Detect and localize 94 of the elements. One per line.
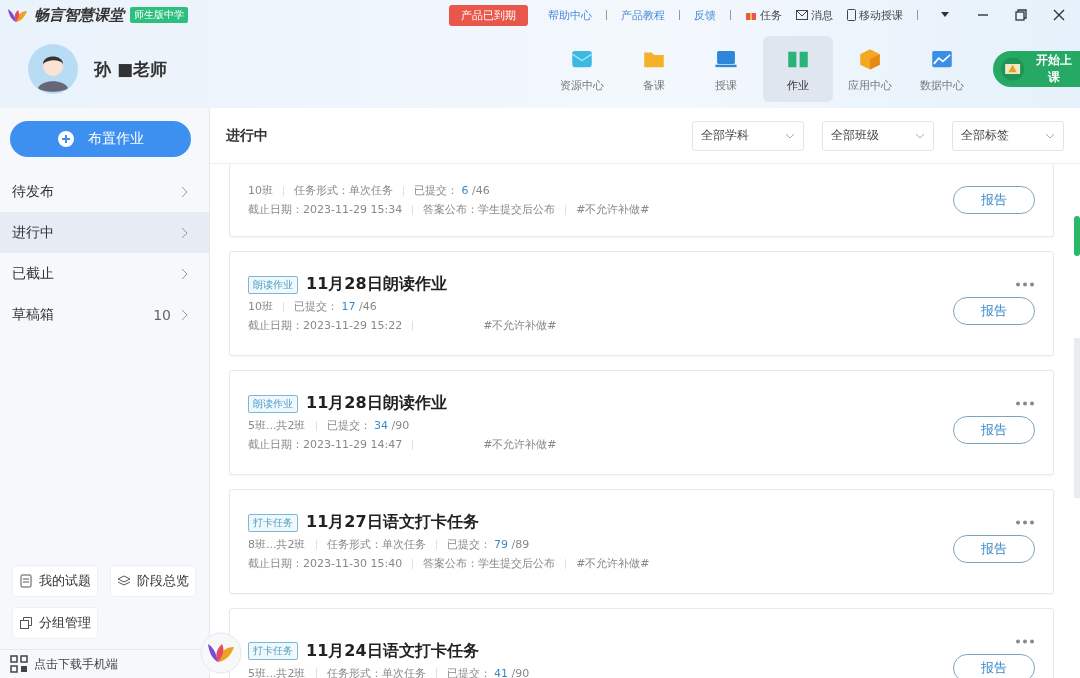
assignment-title[interactable]: 11月28日朗读作业 xyxy=(306,274,447,295)
nav-tab[interactable]: 数据中心 xyxy=(906,36,977,102)
download-app-link[interactable]: 点击下载手机端 xyxy=(34,655,118,673)
report-button[interactable]: 报告 xyxy=(953,654,1035,678)
app-name: 畅言智慧课堂 xyxy=(34,5,124,25)
filter-dropdown[interactable]: 全部标签 xyxy=(952,120,1064,151)
type-tag: 打卡任务 xyxy=(248,642,298,660)
layers-icon xyxy=(117,574,131,588)
deadline: 截止日期：2023-11-29 14:47 xyxy=(248,437,403,452)
deadline: 截止日期：2023-11-30 15:40 xyxy=(248,556,403,571)
sidebar-label: 待发布 xyxy=(12,182,55,201)
assignment-title[interactable]: 11月27日语文打卡任务 xyxy=(306,512,479,533)
answer-release: 答案公布：学生提交后公布 xyxy=(423,556,556,571)
top-link[interactable]: 产品教程 xyxy=(621,7,665,23)
document-icon xyxy=(19,574,33,588)
nav-tab[interactable]: 作业 xyxy=(762,36,833,102)
toolbar-item[interactable]: 移动授课 xyxy=(847,7,903,23)
class-info: 8班...共2班 xyxy=(248,537,306,552)
copy-icon xyxy=(19,616,33,630)
class-info: 5班...共2班 xyxy=(248,418,306,433)
more-icon[interactable] xyxy=(1015,282,1035,287)
scrollbar-thumb[interactable] xyxy=(1074,216,1080,256)
floating-logo-icon[interactable] xyxy=(200,632,242,674)
tool-button[interactable]: 分组管理 xyxy=(12,607,98,639)
type-tag: 朗读作业 xyxy=(248,275,298,294)
filter-dropdown[interactable]: 全部学科 xyxy=(692,120,804,151)
sidebar-item[interactable]: 草稿箱 10 xyxy=(0,294,209,335)
report-button[interactable]: 报告 xyxy=(953,297,1035,325)
rule-tag: #不允许补做# xyxy=(576,202,650,217)
nav-tab[interactable]: 授课 xyxy=(690,36,761,102)
sidebar-label: 已截止 xyxy=(12,264,55,283)
sidebar-item[interactable]: 待发布 xyxy=(0,171,209,212)
sidebar-item[interactable]: 进行中 xyxy=(0,212,209,253)
edition-badge: 师生版中学 xyxy=(130,7,188,23)
top-link[interactable]: 反馈 xyxy=(694,7,716,23)
chevron-down-icon xyxy=(915,132,925,139)
toolbar-item[interactable]: 消息 xyxy=(796,7,833,23)
answer-release: 答案公布：学生提交后公布 xyxy=(423,202,556,217)
assignment-title[interactable]: 11月24日语文打卡任务 xyxy=(306,640,479,662)
tool-button[interactable]: 阶段总览 xyxy=(110,565,196,597)
mail-icon xyxy=(796,10,808,20)
restore-icon[interactable] xyxy=(1014,8,1028,22)
avatar-icon xyxy=(28,44,78,94)
nav-tab[interactable]: 备课 xyxy=(618,36,689,102)
report-button[interactable]: 报告 xyxy=(953,535,1035,563)
submitted-count: 已提交： 17 /46 xyxy=(294,299,377,314)
teacher-name: 孙 ■老师 xyxy=(94,57,167,81)
bird-logo-icon xyxy=(6,6,28,24)
task-form: 任务形式：单次任务 xyxy=(326,665,426,678)
report-button[interactable]: 报告 xyxy=(953,416,1035,444)
sidebar-label: 草稿箱 xyxy=(12,305,55,324)
chevron-icon xyxy=(181,226,189,239)
type-tag: 打卡任务 xyxy=(248,513,298,532)
tool-button[interactable]: 我的试题 xyxy=(12,565,98,597)
class-info: 10班 xyxy=(248,183,273,198)
deadline: 截止日期：2023-11-29 15:34 xyxy=(248,202,403,217)
nav-tab[interactable]: 应用中心 xyxy=(834,36,905,102)
submitted-count: 已提交： 6 /46 xyxy=(414,183,490,198)
task-form: 任务形式：单次任务 xyxy=(294,183,393,198)
submitted-count: 已提交： 79 /89 xyxy=(446,537,530,552)
sidebar-item[interactable]: 已截止 xyxy=(0,253,209,294)
toolbar-item[interactable]: 任务 xyxy=(745,7,782,23)
warning-icon xyxy=(1000,55,1025,83)
sidebar-label: 进行中 xyxy=(12,223,55,242)
close-icon[interactable] xyxy=(1052,8,1066,22)
more-icon[interactable] xyxy=(1015,401,1035,406)
chevron-down-icon xyxy=(1045,132,1055,139)
more-icon[interactable] xyxy=(1015,520,1035,525)
chevron-down-icon xyxy=(785,132,795,139)
top-link[interactable]: 帮助中心 xyxy=(548,7,592,23)
chevron-icon xyxy=(181,267,189,280)
report-button[interactable]: 报告 xyxy=(953,186,1035,214)
draft-count: 10 xyxy=(153,306,171,323)
chevron-icon xyxy=(181,185,189,198)
phone-icon xyxy=(847,9,856,21)
type-tag: 朗读作业 xyxy=(248,394,298,413)
nav-tab[interactable]: 资源中心 xyxy=(546,36,617,102)
rule-tag: #不允许补做# xyxy=(483,318,557,333)
deadline: 截止日期：2023-11-29 15:22 xyxy=(248,318,403,333)
chevron-icon xyxy=(181,308,189,321)
expired-notice-button[interactable]: 产品已到期 xyxy=(449,4,528,26)
filter-dropdown[interactable]: 全部班级 xyxy=(822,120,934,151)
class-info: 10班 xyxy=(248,299,273,314)
more-icon[interactable] xyxy=(1015,639,1035,644)
assignment-title[interactable]: 11月28日朗读作业 xyxy=(306,393,447,414)
task-form: 任务形式：单次任务 xyxy=(326,537,426,552)
rule-tag: #不允许补做# xyxy=(483,437,557,452)
submitted-count: 已提交： 34 /90 xyxy=(326,418,410,433)
qr-code-icon xyxy=(10,655,28,673)
class-info: 5班...共2班 xyxy=(248,665,306,678)
section-title: 进行中 xyxy=(226,126,269,145)
rule-tag: #不允许补做# xyxy=(576,556,650,571)
plus-icon xyxy=(57,131,74,147)
submitted-count: 已提交： 41 /90 xyxy=(446,665,530,678)
